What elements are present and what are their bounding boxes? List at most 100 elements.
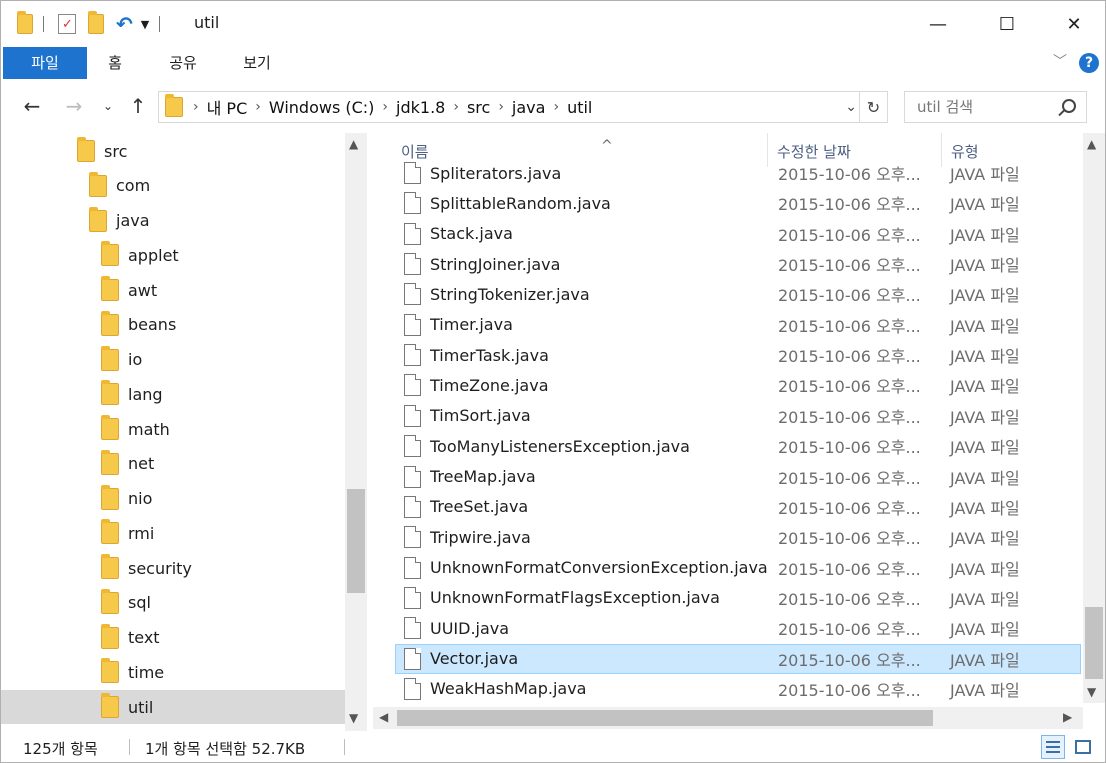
details-view-button[interactable] (1041, 735, 1065, 759)
folder-icon (101, 693, 119, 718)
scroll-up-icon[interactable]: ▲ (1087, 137, 1096, 151)
large-icons-view-button[interactable] (1071, 735, 1095, 759)
title-bar: ✓ ↶ ▼ util — ☐ ✕ (1, 1, 1105, 47)
scroll-down-icon[interactable]: ▼ (1087, 685, 1096, 699)
tree-item-label: awt (128, 280, 158, 300)
tree-item-math[interactable]: math (1, 412, 346, 446)
file-row[interactable]: Timer.java 2015-10-06 오후... JAVA 파일 (395, 310, 1081, 340)
folder-icon (101, 588, 119, 614)
help-icon[interactable]: ? (1079, 53, 1099, 73)
large-icons-view-icon (1075, 740, 1091, 754)
breadcrumb-drive-c[interactable]: Windows (C:) (269, 98, 375, 117)
tree-item-beans[interactable]: beans (1, 308, 346, 342)
file-date: 2015-10-06 오후... (778, 165, 921, 184)
minimize-button[interactable]: — (915, 1, 961, 47)
file-row[interactable]: TreeSet.java 2015-10-06 오후... JAVA 파일 (395, 492, 1081, 522)
scroll-up-icon[interactable]: ▲ (349, 137, 358, 151)
file-name: Vector.java (430, 649, 519, 669)
tree-item-src[interactable]: src (1, 134, 346, 168)
close-button[interactable]: ✕ (1051, 1, 1097, 47)
file-name: UnknownFormatFlagsException.java (430, 588, 720, 608)
file-name: UnknownFormatConversionException.java (430, 558, 768, 578)
file-type: JAVA 파일 (950, 407, 1020, 427)
breadcrumb-this-pc[interactable]: 내 PC (207, 95, 248, 119)
java-file-icon (404, 162, 421, 184)
file-row[interactable]: TimSort.java 2015-10-06 오후... JAVA 파일 (395, 401, 1081, 431)
file-row[interactable]: StringTokenizer.java 2015-10-06 오후... JAVA… (395, 279, 1081, 309)
file-row[interactable]: Tripwire.java 2015-10-06 오후... JAVA 파일 (395, 522, 1081, 552)
tab-view[interactable]: 보기 (233, 47, 281, 79)
scrollbar-thumb[interactable] (347, 489, 365, 593)
tree-item-applet[interactable]: applet (1, 238, 346, 272)
up-arrow-icon[interactable]: ↑ (127, 93, 149, 119)
folder-icon (77, 137, 95, 162)
tree-item-time[interactable]: time (1, 655, 346, 689)
tab-home[interactable]: 홈 (95, 47, 135, 79)
file-row[interactable]: UUID.java 2015-10-06 오후... JAVA 파일 (395, 613, 1081, 643)
tree-item-com[interactable]: com (1, 169, 346, 203)
tree-item-lang[interactable]: lang (1, 377, 346, 411)
file-row[interactable]: StringJoiner.java 2015-10-06 오후... JAVA 파일 (395, 249, 1081, 279)
file-type: JAVA 파일 (950, 620, 1020, 640)
file-row[interactable]: Stack.java 2015-10-06 오후... JAVA 파일 (395, 219, 1081, 249)
scrollbar-thumb[interactable] (397, 710, 933, 726)
navigation-scrollbar[interactable]: ▲ ▼ (345, 133, 367, 731)
tree-item-label: text (128, 628, 160, 647)
file-row[interactable]: Vector.java 2015-10-06 오후... JAVA 파일 (395, 643, 1081, 674)
maximize-button[interactable]: ☐ (984, 1, 1030, 47)
scroll-left-icon[interactable]: ◀ (379, 710, 388, 724)
breadcrumb-util[interactable]: util (567, 98, 592, 117)
tree-item-java[interactable]: java (1, 204, 346, 238)
tree-item-net[interactable]: net (1, 447, 346, 481)
recent-locations-icon[interactable]: ⌄ (99, 93, 117, 119)
tab-file[interactable]: 파일 (3, 47, 87, 79)
back-arrow-icon[interactable]: ← (19, 93, 45, 119)
tab-share[interactable]: 공유 (159, 47, 207, 79)
expand-ribbon-icon[interactable]: ﹀ (1053, 51, 1067, 71)
file-row[interactable]: TimerTask.java 2015-10-06 오후... JAVA 파일 (395, 340, 1081, 370)
file-row[interactable]: TimeZone.java 2015-10-06 오후... JAVA 파일 (395, 370, 1081, 400)
address-bar[interactable]: › 내 PC › Windows (C:) › jdk1.8 › src › j… (158, 91, 888, 123)
properties-icon[interactable]: ✓ (58, 14, 76, 34)
tree-item-io[interactable]: io (1, 343, 346, 377)
scrollbar-thumb[interactable] (1085, 607, 1103, 679)
file-row[interactable]: UnknownFormatFlagsException.java 2015-10-… (395, 583, 1081, 613)
file-row[interactable]: WeakHashMap.java 2015-10-06 오후... JAVA 파일 (395, 674, 1081, 704)
undo-icon[interactable]: ↶ (116, 12, 133, 36)
file-row[interactable]: SplittableRandom.java 2015-10-06 오후... JAV… (395, 188, 1081, 218)
tree-item-util[interactable]: util (1, 690, 346, 724)
navigation-pane: src com java applet awt beans io lang math net nio… (1, 133, 371, 731)
search-placeholder: util 검색 (917, 98, 974, 116)
breadcrumb-src[interactable]: src (467, 98, 490, 117)
tree-item-text[interactable]: text (1, 621, 346, 655)
breadcrumb-separator: › (193, 99, 199, 115)
refresh-icon[interactable]: ↻ (859, 92, 887, 122)
forward-arrow-icon[interactable]: → (61, 93, 87, 119)
file-name: Spliterators.java (430, 163, 562, 183)
file-row[interactable]: TreeMap.java 2015-10-06 오후... JAVA 파일 (395, 462, 1081, 492)
tree-item-sql[interactable]: sql (1, 586, 346, 620)
breadcrumb-java[interactable]: java (512, 98, 546, 117)
search-input[interactable]: util 검색 (904, 91, 1087, 123)
scroll-right-icon[interactable]: ▶ (1063, 710, 1072, 724)
new-folder-icon[interactable] (88, 11, 104, 34)
tree-item-rmi[interactable]: rmi (1, 516, 346, 550)
file-date: 2015-10-06 오후... (778, 468, 921, 488)
java-file-icon (404, 465, 421, 488)
tree-item-awt[interactable]: awt (1, 273, 346, 307)
search-icon[interactable] (1062, 99, 1076, 113)
breadcrumb-jdk[interactable]: jdk1.8 (396, 98, 445, 117)
address-dropdown-icon[interactable]: ⌄ (845, 99, 857, 115)
file-list-scrollbar[interactable]: ▲ ▼ (1083, 133, 1105, 703)
java-file-icon (404, 404, 421, 427)
customize-toolbar-icon[interactable]: ▼ (141, 18, 149, 31)
java-file-icon (404, 526, 421, 549)
scroll-down-icon[interactable]: ▼ (349, 711, 358, 725)
horizontal-scrollbar[interactable]: ◀ ▶ (373, 707, 1083, 729)
file-row[interactable]: Spliterators.java 2015-10-06 오후... JAVA 파일 (395, 158, 1081, 188)
file-row[interactable]: TooManyListenersException.java 2015-10-06… (395, 431, 1081, 461)
file-date: 2015-10-06 오후... (778, 286, 921, 306)
tree-item-nio[interactable]: nio (1, 482, 346, 516)
tree-item-security[interactable]: security (1, 551, 346, 585)
file-row[interactable]: UnknownFormatConversionException.java 201… (395, 553, 1081, 583)
